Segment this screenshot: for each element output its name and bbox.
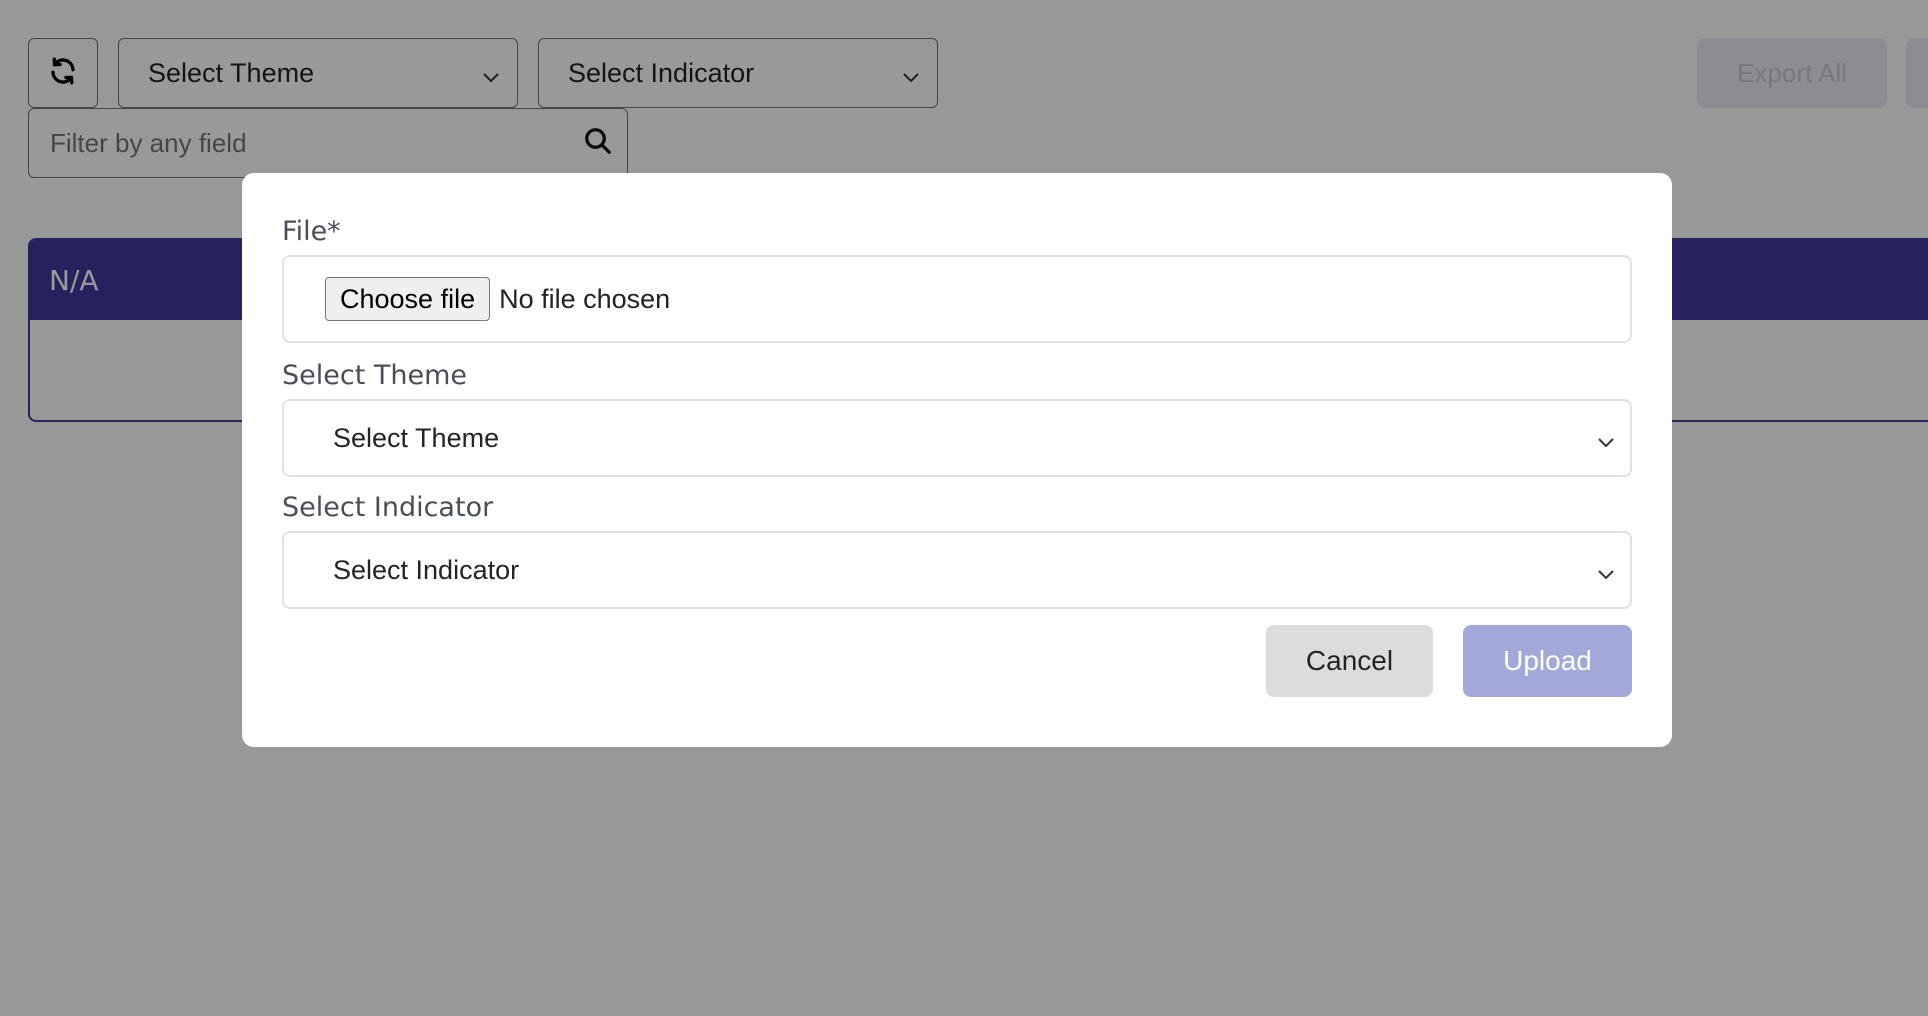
upload-modal: File* Choose file No file chosen Select … — [242, 173, 1672, 747]
modal-theme-select[interactable]: Select Theme — [282, 399, 1632, 477]
modal-actions: Cancel Upload — [1266, 625, 1632, 697]
file-label: File* — [282, 216, 341, 247]
file-input[interactable]: Choose file No file chosen — [282, 255, 1632, 343]
indicator-label: Select Indicator — [282, 492, 494, 523]
chevron-down-icon — [1596, 560, 1616, 580]
modal-indicator-select[interactable]: Select Indicator — [282, 531, 1632, 609]
theme-label: Select Theme — [282, 360, 468, 391]
file-status-text: No file chosen — [499, 283, 671, 314]
choose-file-button[interactable]: Choose file — [325, 277, 491, 321]
modal-indicator-select-value: Select Indicator — [333, 554, 520, 585]
upload-button[interactable]: Upload — [1463, 625, 1632, 697]
modal-theme-select-value: Select Theme — [333, 422, 500, 453]
chevron-down-icon — [1596, 428, 1616, 448]
cancel-button[interactable]: Cancel — [1266, 625, 1433, 697]
